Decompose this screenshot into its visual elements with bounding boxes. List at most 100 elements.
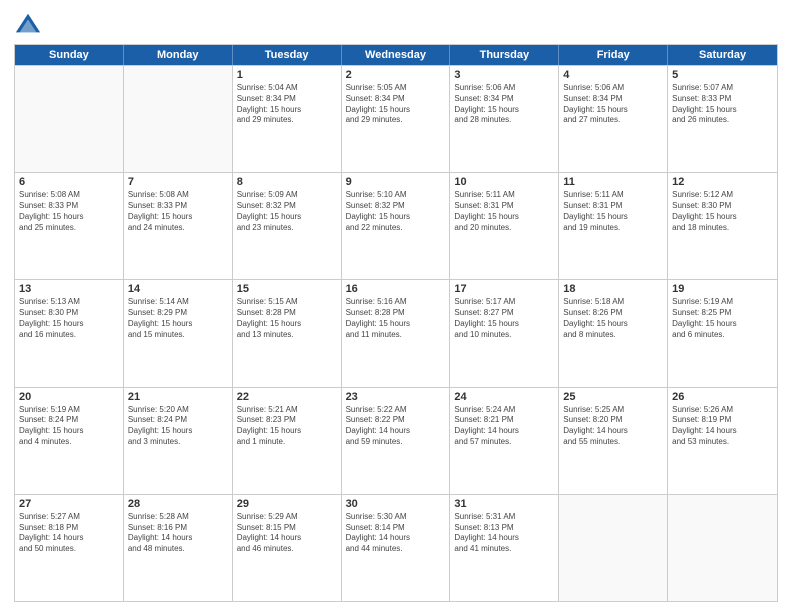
header-day-monday: Monday	[124, 45, 233, 65]
day-number: 27	[19, 498, 119, 510]
cell-text: Sunrise: 5:25 AM Sunset: 8:20 PM Dayligh…	[563, 405, 663, 448]
day-number: 29	[237, 498, 337, 510]
cal-cell: 11 Sunrise: 5:11 AM Sunset: 8:31 PM Dayli…	[559, 173, 668, 279]
cal-cell: 8Sunrise: 5:09 AM Sunset: 8:32 PM Daylig…	[233, 173, 342, 279]
header-day-saturday: Saturday	[668, 45, 777, 65]
day-number: 8	[237, 176, 337, 188]
day-number: 20	[19, 391, 119, 403]
day-number: 9	[346, 176, 446, 188]
cal-cell: 14Sunrise: 5:14 AM Sunset: 8:29 PM Dayli…	[124, 280, 233, 386]
cal-cell	[559, 495, 668, 601]
header-day-friday: Friday	[559, 45, 668, 65]
day-number: 2	[346, 69, 446, 81]
day-number: 22	[237, 391, 337, 403]
cal-cell: 10 Sunrise: 5:11 AM Sunset: 8:31 PM Dayli…	[450, 173, 559, 279]
cal-cell: 17Sunrise: 5:17 AM Sunset: 8:27 PM Dayli…	[450, 280, 559, 386]
cal-cell: 23 Sunrise: 5:22 AM Sunset: 8:22 PM Dayli…	[342, 388, 451, 494]
header-day-wednesday: Wednesday	[342, 45, 451, 65]
day-number: 19	[672, 283, 773, 295]
cal-cell: 12Sunrise: 5:12 AM Sunset: 8:30 PM Dayli…	[668, 173, 777, 279]
calendar-body: 1Sunrise: 5:04 AM Sunset: 8:34 PM Daylig…	[15, 65, 777, 601]
day-number: 7	[128, 176, 228, 188]
cal-cell	[15, 66, 124, 172]
cell-text: Sunrise: 5:27 AM Sunset: 8:18 PM Dayligh…	[19, 512, 119, 555]
cell-text: Sunrise: 5:10 AM Sunset: 8:32 PM Dayligh…	[346, 190, 446, 233]
cell-text: Sunrise: 5:13 AM Sunset: 8:30 PM Dayligh…	[19, 297, 119, 340]
cell-text: Sunrise: 5:19 AM Sunset: 8:25 PM Dayligh…	[672, 297, 773, 340]
day-number: 3	[454, 69, 554, 81]
day-number: 14	[128, 283, 228, 295]
cal-cell: 13 Sunrise: 5:13 AM Sunset: 8:30 PM Dayli…	[15, 280, 124, 386]
cell-text: Sunrise: 5:22 AM Sunset: 8:22 PM Dayligh…	[346, 405, 446, 448]
cal-cell: 5Sunrise: 5:07 AM Sunset: 8:33 PM Daylig…	[668, 66, 777, 172]
calendar: SundayMondayTuesdayWednesdayThursdayFrid…	[14, 44, 778, 602]
cal-cell	[668, 495, 777, 601]
cal-cell: 15Sunrise: 5:15 AM Sunset: 8:28 PM Dayli…	[233, 280, 342, 386]
day-number: 12	[672, 176, 773, 188]
cal-cell: 27 Sunrise: 5:27 AM Sunset: 8:18 PM Dayli…	[15, 495, 124, 601]
day-number: 26	[672, 391, 773, 403]
header-day-tuesday: Tuesday	[233, 45, 342, 65]
cal-cell	[124, 66, 233, 172]
day-number: 4	[563, 69, 663, 81]
cell-text: Sunrise: 5:28 AM Sunset: 8:16 PM Dayligh…	[128, 512, 228, 555]
cell-text: Sunrise: 5:08 AM Sunset: 8:33 PM Dayligh…	[19, 190, 119, 233]
cal-cell: 30 Sunrise: 5:30 AM Sunset: 8:14 PM Dayli…	[342, 495, 451, 601]
cell-text: Sunrise: 5:24 AM Sunset: 8:21 PM Dayligh…	[454, 405, 554, 448]
header	[14, 10, 778, 38]
day-number: 10	[454, 176, 554, 188]
cal-cell: 4 Sunrise: 5:06 AM Sunset: 8:34 PM Daylig…	[559, 66, 668, 172]
cal-cell: 25 Sunrise: 5:25 AM Sunset: 8:20 PM Dayli…	[559, 388, 668, 494]
cal-cell: 9 Sunrise: 5:10 AM Sunset: 8:32 PM Daylig…	[342, 173, 451, 279]
cal-cell: 3 Sunrise: 5:06 AM Sunset: 8:34 PM Daylig…	[450, 66, 559, 172]
cal-cell: 18 Sunrise: 5:18 AM Sunset: 8:26 PM Dayli…	[559, 280, 668, 386]
cell-text: Sunrise: 5:21 AM Sunset: 8:23 PM Dayligh…	[237, 405, 337, 448]
page: SundayMondayTuesdayWednesdayThursdayFrid…	[0, 0, 792, 612]
day-number: 17	[454, 283, 554, 295]
calendar-row-1: 6 Sunrise: 5:08 AM Sunset: 8:33 PM Daylig…	[15, 172, 777, 279]
day-number: 24	[454, 391, 554, 403]
day-number: 25	[563, 391, 663, 403]
cal-cell: 1Sunrise: 5:04 AM Sunset: 8:34 PM Daylig…	[233, 66, 342, 172]
cal-cell: 7 Sunrise: 5:08 AM Sunset: 8:33 PM Daylig…	[124, 173, 233, 279]
day-number: 18	[563, 283, 663, 295]
cell-text: Sunrise: 5:06 AM Sunset: 8:34 PM Dayligh…	[454, 83, 554, 126]
cal-cell: 16Sunrise: 5:16 AM Sunset: 8:28 PM Dayli…	[342, 280, 451, 386]
day-number: 28	[128, 498, 228, 510]
day-number: 1	[237, 69, 337, 81]
calendar-row-0: 1Sunrise: 5:04 AM Sunset: 8:34 PM Daylig…	[15, 65, 777, 172]
day-number: 23	[346, 391, 446, 403]
day-number: 31	[454, 498, 554, 510]
cell-text: Sunrise: 5:08 AM Sunset: 8:33 PM Dayligh…	[128, 190, 228, 233]
cell-text: Sunrise: 5:30 AM Sunset: 8:14 PM Dayligh…	[346, 512, 446, 555]
day-number: 6	[19, 176, 119, 188]
cell-text: Sunrise: 5:31 AM Sunset: 8:13 PM Dayligh…	[454, 512, 554, 555]
cal-cell: 22 Sunrise: 5:21 AM Sunset: 8:23 PM Dayli…	[233, 388, 342, 494]
cal-cell: 2 Sunrise: 5:05 AM Sunset: 8:34 PM Daylig…	[342, 66, 451, 172]
cell-text: Sunrise: 5:16 AM Sunset: 8:28 PM Dayligh…	[346, 297, 446, 340]
calendar-row-3: 20 Sunrise: 5:19 AM Sunset: 8:24 PM Dayli…	[15, 387, 777, 494]
day-number: 5	[672, 69, 773, 81]
cal-cell: 31 Sunrise: 5:31 AM Sunset: 8:13 PM Dayli…	[450, 495, 559, 601]
logo-icon	[14, 10, 42, 38]
cal-cell: 20 Sunrise: 5:19 AM Sunset: 8:24 PM Dayli…	[15, 388, 124, 494]
calendar-row-2: 13 Sunrise: 5:13 AM Sunset: 8:30 PM Dayli…	[15, 279, 777, 386]
header-day-sunday: Sunday	[15, 45, 124, 65]
cal-cell: 21Sunrise: 5:20 AM Sunset: 8:24 PM Dayli…	[124, 388, 233, 494]
cell-text: Sunrise: 5:05 AM Sunset: 8:34 PM Dayligh…	[346, 83, 446, 126]
cell-text: Sunrise: 5:15 AM Sunset: 8:28 PM Dayligh…	[237, 297, 337, 340]
day-number: 13	[19, 283, 119, 295]
cal-cell: 28 Sunrise: 5:28 AM Sunset: 8:16 PM Dayli…	[124, 495, 233, 601]
cell-text: Sunrise: 5:11 AM Sunset: 8:31 PM Dayligh…	[454, 190, 554, 233]
day-number: 11	[563, 176, 663, 188]
cell-text: Sunrise: 5:06 AM Sunset: 8:34 PM Dayligh…	[563, 83, 663, 126]
cal-cell: 6 Sunrise: 5:08 AM Sunset: 8:33 PM Daylig…	[15, 173, 124, 279]
cell-text: Sunrise: 5:18 AM Sunset: 8:26 PM Dayligh…	[563, 297, 663, 340]
cell-text: Sunrise: 5:26 AM Sunset: 8:19 PM Dayligh…	[672, 405, 773, 448]
cell-text: Sunrise: 5:19 AM Sunset: 8:24 PM Dayligh…	[19, 405, 119, 448]
cell-text: Sunrise: 5:11 AM Sunset: 8:31 PM Dayligh…	[563, 190, 663, 233]
cal-cell: 29Sunrise: 5:29 AM Sunset: 8:15 PM Dayli…	[233, 495, 342, 601]
day-number: 30	[346, 498, 446, 510]
cal-cell: 26 Sunrise: 5:26 AM Sunset: 8:19 PM Dayli…	[668, 388, 777, 494]
cal-cell: 19 Sunrise: 5:19 AM Sunset: 8:25 PM Dayli…	[668, 280, 777, 386]
